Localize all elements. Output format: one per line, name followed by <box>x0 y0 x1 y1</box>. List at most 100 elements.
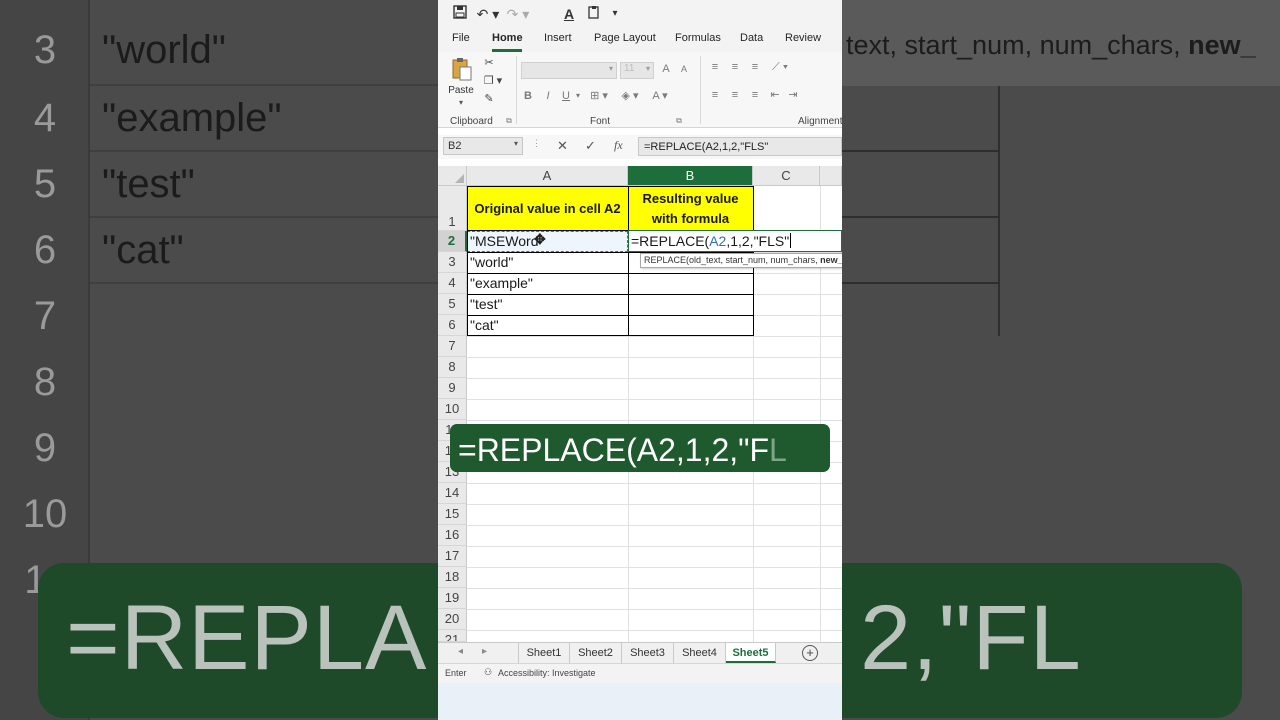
underline-button[interactable]: U <box>560 89 572 103</box>
column-header-a[interactable]: A <box>467 166 628 186</box>
column-header-b[interactable]: B <box>628 166 753 186</box>
accessibility-status[interactable]: Accessibility: Investigate <box>498 668 596 678</box>
bg-grid-line <box>842 150 1000 152</box>
group-label-font: Font <box>590 116 611 127</box>
column-header-c[interactable]: C <box>753 166 820 186</box>
sheet-tab-5[interactable]: Sheet5 <box>726 643 776 663</box>
row-header[interactable]: 20 <box>438 609 467 630</box>
underline-dropdown-icon[interactable]: ▾ <box>574 89 582 103</box>
fill-color-icon[interactable]: ◈ ▾ <box>618 89 642 103</box>
sheet-prev-icon[interactable]: ◂ <box>458 646 463 657</box>
row-header[interactable]: 6 <box>438 315 467 336</box>
font-color-icon[interactable]: A <box>562 5 576 23</box>
cell-b1[interactable]: Resulting value with formula <box>628 186 753 231</box>
redo-icon[interactable]: ↷ ▾ <box>506 5 530 23</box>
customize-toolbar-icon[interactable]: ▾ <box>610 5 620 23</box>
borders-icon[interactable]: ⊞ ▾ <box>588 89 610 103</box>
name-box[interactable]: B2 ▾ <box>443 137 523 155</box>
cell-a1[interactable]: Original value in cell A2 <box>467 186 628 231</box>
row-header[interactable]: 7 <box>438 336 467 357</box>
italic-button[interactable]: I <box>542 89 554 103</box>
increase-indent-icon[interactable]: ⇥ <box>786 88 800 102</box>
row-header[interactable]: 4 <box>438 273 467 294</box>
tab-formulas[interactable]: Formulas <box>675 32 721 44</box>
tab-home[interactable]: Home <box>492 32 523 44</box>
group-label-alignment: Alignment <box>798 116 842 127</box>
clipboard-launcher-icon[interactable]: ⧉ <box>504 114 514 128</box>
font-name-box[interactable]: ▾ <box>521 62 617 79</box>
font-size-box[interactable]: 11 ▾ <box>620 62 654 79</box>
row-header[interactable]: 1 <box>438 186 467 231</box>
row-header[interactable]: 10 <box>438 399 467 420</box>
tab-page-layout[interactable]: Page Layout <box>594 32 656 44</box>
cell-a3[interactable]: "world" <box>470 254 620 270</box>
sheet-tab-2[interactable]: Sheet2 <box>570 643 622 663</box>
bold-button[interactable]: B <box>522 89 534 103</box>
align-left-icon[interactable]: ≡ <box>708 88 722 102</box>
copy-icon[interactable]: ❐ ▾ <box>482 74 504 88</box>
sheet-tab-1[interactable]: Sheet1 <box>518 643 570 663</box>
row-header[interactable]: 15 <box>438 504 467 525</box>
tab-file[interactable]: File <box>452 32 470 44</box>
add-sheet-button[interactable]: + <box>802 645 818 661</box>
decrease-font-icon[interactable]: A <box>678 62 690 76</box>
paste-dropdown-icon[interactable]: ▾ <box>456 96 466 110</box>
decrease-indent-icon[interactable]: ⇤ <box>768 88 782 102</box>
status-mode: Enter <box>445 668 467 678</box>
column-header-d[interactable] <box>820 166 842 186</box>
formula-input[interactable]: =REPLACE(A2,1,2,"FLS" <box>638 137 842 156</box>
align-middle-icon[interactable]: ≡ <box>728 60 742 74</box>
table-border <box>467 294 753 295</box>
tab-insert[interactable]: Insert <box>544 32 572 44</box>
row-header[interactable]: 5 <box>438 294 467 315</box>
align-right-icon[interactable]: ≡ <box>748 88 762 102</box>
function-tooltip[interactable]: REPLACE(old_text, start_num, num_chars, … <box>640 253 842 268</box>
row-header[interactable]: 9 <box>438 378 467 399</box>
paste-button[interactable] <box>448 56 474 84</box>
align-bottom-icon[interactable]: ≡ <box>748 60 762 74</box>
insert-function-button[interactable]: fx <box>614 138 623 153</box>
row-header[interactable]: 8 <box>438 357 467 378</box>
font-color-button[interactable]: A ▾ <box>648 89 672 103</box>
bg-cell-value: "world" <box>102 28 226 72</box>
tab-data[interactable]: Data <box>740 32 763 44</box>
row-header[interactable]: 19 <box>438 588 467 609</box>
group-label-clipboard: Clipboard <box>450 116 493 127</box>
row-header[interactable]: 2 <box>438 231 467 252</box>
bg-grid-line <box>90 216 438 218</box>
align-top-icon[interactable]: ≡ <box>708 60 722 74</box>
formula-bar-splitter-icon[interactable]: ⋮ <box>532 138 541 149</box>
cell-cursor-icon: ✥ <box>534 231 546 247</box>
grid-line <box>467 378 842 379</box>
align-center-icon[interactable]: ≡ <box>728 88 742 102</box>
cell-a4[interactable]: "example" <box>470 275 620 291</box>
confirm-entry-button[interactable]: ✓ <box>585 138 596 154</box>
chevron-down-icon: ▾ <box>513 139 518 148</box>
cancel-entry-button[interactable]: ✕ <box>557 138 568 154</box>
bg-grid-line <box>998 86 1000 336</box>
font-launcher-icon[interactable]: ⧉ <box>674 114 684 128</box>
undo-icon[interactable]: ↶ ▾ <box>476 5 500 23</box>
cell-a5[interactable]: "test" <box>470 296 620 312</box>
row-header[interactable]: 18 <box>438 567 467 588</box>
row-header[interactable]: 3 <box>438 252 467 273</box>
grid-line <box>467 567 842 568</box>
cell-b2-editor[interactable]: =REPLACE(A2,1,2,"FLS" <box>628 230 842 252</box>
sheet-tab-4[interactable]: Sheet4 <box>674 643 726 663</box>
row-header[interactable]: 16 <box>438 525 467 546</box>
cut-icon[interactable]: ✂ <box>482 56 496 70</box>
row-header[interactable]: 14 <box>438 483 467 504</box>
save-icon[interactable] <box>452 5 468 23</box>
select-all-button[interactable] <box>438 166 467 186</box>
orientation-icon[interactable]: ⟋ ▾ <box>768 60 792 74</box>
increase-font-icon[interactable]: A <box>660 62 672 76</box>
sheet-tab-3[interactable]: Sheet3 <box>622 643 674 663</box>
paste-icon[interactable] <box>586 5 602 23</box>
cell-a6[interactable]: "cat" <box>470 317 620 333</box>
row-header[interactable]: 21 <box>438 630 467 642</box>
tab-review[interactable]: Review <box>785 32 821 44</box>
row-header[interactable]: 17 <box>438 546 467 567</box>
table-border <box>467 186 468 336</box>
format-painter-icon[interactable]: ✎ <box>482 92 496 106</box>
sheet-next-icon[interactable]: ▸ <box>482 646 487 657</box>
